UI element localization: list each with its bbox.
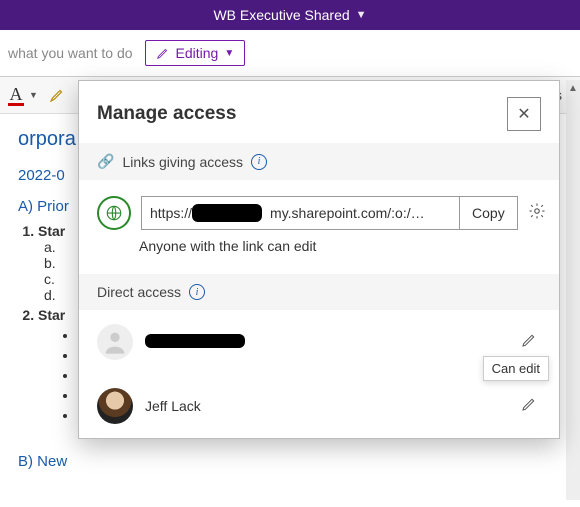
highlighter-button[interactable] bbox=[48, 86, 66, 104]
manage-access-dialog: Manage access ✕ 🔗 Links giving access i … bbox=[78, 80, 560, 439]
editing-mode-button[interactable]: Editing ▼ bbox=[145, 40, 246, 66]
permission-tooltip: Can edit bbox=[483, 356, 549, 381]
chevron-down-icon: ▼ bbox=[356, 9, 367, 21]
app-title-bar[interactable]: WB Executive Shared ▼ bbox=[0, 0, 580, 30]
notebook-title: WB Executive Shared bbox=[213, 7, 349, 23]
section-heading-b: B) New bbox=[18, 453, 562, 470]
share-url-field: https:// Copy bbox=[141, 196, 518, 230]
share-url-input[interactable] bbox=[262, 197, 459, 229]
font-color-glyph: A bbox=[10, 84, 23, 105]
pencil-icon bbox=[521, 396, 537, 412]
font-color-swatch bbox=[8, 103, 24, 106]
redacted-url-part bbox=[192, 204, 262, 222]
command-bar: what you want to do Editing ▼ bbox=[0, 30, 580, 77]
gear-icon bbox=[528, 202, 546, 220]
close-button[interactable]: ✕ bbox=[507, 97, 541, 131]
direct-access-heading: Direct access i bbox=[79, 274, 559, 310]
globe-icon bbox=[97, 196, 131, 230]
chevron-down-icon: ▼ bbox=[224, 48, 234, 59]
chevron-down-icon: ▼ bbox=[29, 90, 38, 100]
vertical-scrollbar[interactable]: ▲ bbox=[566, 80, 580, 500]
edit-permission-button[interactable] bbox=[517, 328, 541, 357]
scroll-up-arrow[interactable]: ▲ bbox=[566, 80, 580, 96]
editing-label: Editing bbox=[176, 45, 219, 61]
pencil-icon bbox=[521, 332, 537, 348]
links-giving-access-heading: 🔗 Links giving access i bbox=[79, 143, 559, 180]
share-link-row: https:// Copy bbox=[79, 180, 559, 238]
links-heading-label: Links giving access bbox=[122, 154, 243, 170]
highlighter-icon bbox=[48, 86, 66, 104]
tell-me-hint[interactable]: what you want to do bbox=[8, 45, 133, 61]
direct-access-label: Direct access bbox=[97, 284, 181, 300]
link-icon: 🔗 bbox=[97, 153, 114, 170]
avatar-photo bbox=[97, 388, 133, 424]
person-name bbox=[145, 334, 505, 351]
font-color-button[interactable]: A ▼ bbox=[8, 84, 38, 106]
avatar-placeholder bbox=[97, 324, 133, 360]
info-icon[interactable]: i bbox=[189, 284, 205, 300]
dialog-title: Manage access bbox=[97, 103, 236, 125]
copy-link-button[interactable]: Copy bbox=[459, 197, 517, 229]
person-name: Jeff Lack bbox=[145, 398, 505, 414]
redacted-name bbox=[145, 334, 245, 348]
link-permission-description: Anyone with the link can edit bbox=[79, 238, 559, 274]
url-prefix: https:// bbox=[142, 197, 192, 229]
info-icon[interactable]: i bbox=[251, 154, 267, 170]
person-row: Can edit Jeff Lack bbox=[79, 374, 559, 438]
close-icon: ✕ bbox=[517, 104, 530, 124]
edit-permission-button[interactable] bbox=[517, 392, 541, 421]
link-settings-button[interactable] bbox=[528, 202, 546, 225]
pencil-icon bbox=[156, 46, 170, 60]
